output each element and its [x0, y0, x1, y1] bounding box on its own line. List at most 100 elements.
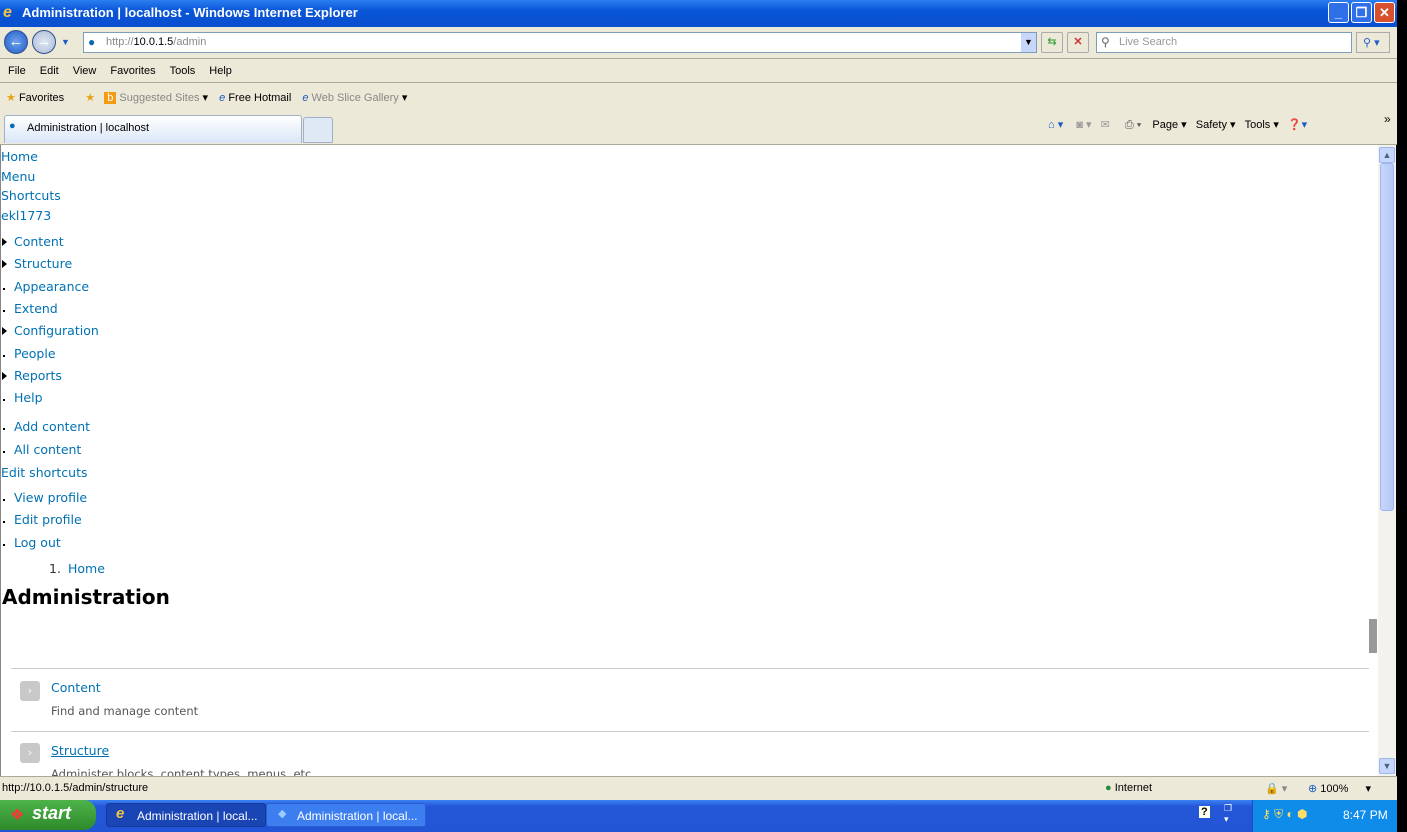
ie-page-icon: e: [302, 92, 309, 104]
search-button[interactable]: ⚲ ▾: [1356, 32, 1390, 53]
command-bar: ⌂ ▾ ◙ ▾ ✉ ⎙ ▾ Page ▾ Safety ▾ Tools ▾ ❓▾: [1048, 118, 1307, 132]
chevron-right-icon[interactable]: ›: [20, 743, 40, 763]
zoom-control[interactable]: ⊕ 100% ▾: [1308, 782, 1371, 795]
new-tab-button[interactable]: [303, 117, 333, 143]
windows-logo-icon: ❖: [10, 807, 25, 824]
help-tray-icon[interactable]: ?: [1199, 806, 1210, 818]
menu-item-extend[interactable]: Extend: [14, 301, 58, 316]
toolbar-home-link[interactable]: Home: [1, 149, 38, 164]
expand-triangle-icon[interactable]: [2, 327, 7, 336]
menu-file[interactable]: File: [8, 65, 26, 77]
bullet: [3, 399, 5, 402]
toolbar-shortcuts-link[interactable]: Shortcuts: [1, 188, 61, 203]
bullet: [3, 499, 5, 501]
menu-help[interactable]: Help: [209, 65, 232, 77]
minimize-button[interactable]: _: [1328, 2, 1349, 23]
menu-item-content[interactable]: Content: [14, 234, 64, 249]
bullet: [3, 544, 5, 546]
print-icon[interactable]: ⎙ ▾: [1125, 119, 1141, 131]
free-hotmail-link[interactable]: Free Hotmail: [228, 92, 291, 104]
favorites-bar: ★ Favorites ★ b Suggested Sites ▾ e Free…: [6, 92, 408, 104]
address-dropdown-icon[interactable]: ▼: [1021, 33, 1036, 52]
restore-button[interactable]: ❐: [1351, 2, 1372, 23]
toolbar-user-link[interactable]: ekl1773: [1, 208, 51, 223]
home-icon[interactable]: ⌂ ▾: [1048, 119, 1063, 131]
close-button[interactable]: ✕: [1374, 2, 1395, 23]
menu-item-structure[interactable]: Structure: [14, 256, 72, 271]
safety-menu[interactable]: Safety ▾: [1196, 119, 1236, 131]
divider: [11, 731, 1369, 732]
menu-item-people[interactable]: People: [14, 346, 56, 361]
menu-item-reports[interactable]: Reports: [14, 368, 62, 383]
mail-icon[interactable]: ✉: [1101, 119, 1110, 131]
address-bar[interactable]: http://10.0.1.5/admin: [83, 32, 1037, 53]
ie-page-icon: e: [219, 92, 226, 104]
toolbar-menu-link[interactable]: Menu: [1, 169, 35, 184]
bing-icon: b: [104, 92, 117, 104]
view-profile-link[interactable]: View profile: [14, 490, 87, 505]
history-dropdown-icon[interactable]: ▼: [61, 37, 70, 47]
menu-tools[interactable]: Tools: [170, 65, 196, 77]
log-out-link[interactable]: Log out: [14, 535, 61, 550]
drupal-favicon-icon: ●: [88, 35, 96, 49]
help-icon[interactable]: ❓▾: [1288, 119, 1307, 131]
scrollbar-thumb[interactable]: [1380, 163, 1394, 511]
forward-button[interactable]: →: [32, 30, 56, 54]
tab-administration[interactable]: Administration | localhost: [4, 115, 302, 143]
app-icon: ◆: [278, 808, 287, 820]
system-tray: ⚷ ⛨ ◐ ⬢ 8:47 PM: [1252, 800, 1397, 832]
globe-icon: ●: [1105, 782, 1112, 794]
suggested-sites-link[interactable]: Suggested Sites: [119, 92, 199, 104]
taskbar-item-ie[interactable]: Administration | local...: [106, 803, 266, 827]
web-slice-gallery-link[interactable]: Web Slice Gallery: [312, 92, 399, 104]
inner-scrollbar-thumb[interactable]: [1369, 619, 1377, 653]
expand-triangle-icon[interactable]: [2, 371, 7, 380]
page-menu[interactable]: Page ▾: [1152, 119, 1186, 131]
scroll-down-button[interactable]: ▼: [1379, 758, 1395, 774]
bullet: [3, 451, 5, 453]
bullet: [3, 287, 5, 290]
menu-edit[interactable]: Edit: [40, 65, 59, 77]
admin-item-content-link[interactable]: Content: [51, 680, 101, 695]
window-title: Administration | localhost - Windows Int…: [22, 5, 358, 20]
expand-triangle-icon[interactable]: [2, 238, 7, 246]
status-url: http://10.0.1.5/admin/structure: [2, 782, 149, 794]
expand-triangle-icon[interactable]: [2, 260, 7, 269]
admin-item-structure-link[interactable]: Structure: [51, 743, 109, 758]
shortcut-add-content[interactable]: Add content: [14, 419, 90, 434]
favorites-button[interactable]: Favorites: [19, 92, 64, 104]
protected-mode-icon[interactable]: 🔒 ▾: [1265, 782, 1287, 795]
menu-favorites[interactable]: Favorites: [110, 65, 155, 77]
taskbar-item-admin[interactable]: Administration | local...: [266, 803, 426, 827]
tools-menu[interactable]: Tools ▾: [1245, 119, 1279, 131]
back-button[interactable]: ←: [4, 30, 28, 54]
window-titlebar: Administration | localhost - Windows Int…: [0, 0, 1397, 27]
chevron-right-icon[interactable]: ›: [20, 681, 40, 701]
clock: 8:47 PM: [1343, 808, 1388, 822]
menu-item-help[interactable]: Help: [14, 390, 43, 405]
refresh-button[interactable]: ⇆: [1041, 32, 1063, 53]
menu-view[interactable]: View: [73, 65, 97, 77]
search-input[interactable]: Live Search: [1096, 32, 1352, 53]
show-windows-icon[interactable]: ❐ ▾: [1224, 803, 1232, 825]
admin-item-description: Administer blocks, content types, menus,…: [51, 767, 316, 776]
tray-icons[interactable]: ⚷ ⛨ ◐ ⬢: [1262, 807, 1308, 822]
stop-button[interactable]: ✕: [1067, 32, 1089, 53]
rss-icon[interactable]: ◙ ▾: [1076, 119, 1091, 131]
internet-zone: ● Internet: [1105, 782, 1153, 794]
breadcrumb-home-link[interactable]: Home: [68, 561, 105, 576]
shortcut-all-content[interactable]: All content: [14, 442, 81, 457]
divider: [11, 668, 1369, 669]
scroll-up-button[interactable]: ▲: [1379, 147, 1395, 163]
add-favorite-icon[interactable]: ★: [85, 92, 95, 104]
menu-bar: File Edit View Favorites Tools Help: [8, 65, 246, 77]
edit-profile-link[interactable]: Edit profile: [14, 512, 82, 527]
chevron-more-icon[interactable]: »: [1384, 112, 1391, 126]
menu-item-configuration[interactable]: Configuration: [14, 323, 99, 338]
bullet: [3, 428, 5, 430]
ie-logo-icon: e: [116, 805, 125, 822]
bullet: [3, 309, 5, 312]
edit-shortcuts-link[interactable]: Edit shortcuts: [1, 465, 88, 480]
ie-logo-icon: e: [3, 4, 12, 21]
menu-item-appearance[interactable]: Appearance: [14, 279, 89, 294]
